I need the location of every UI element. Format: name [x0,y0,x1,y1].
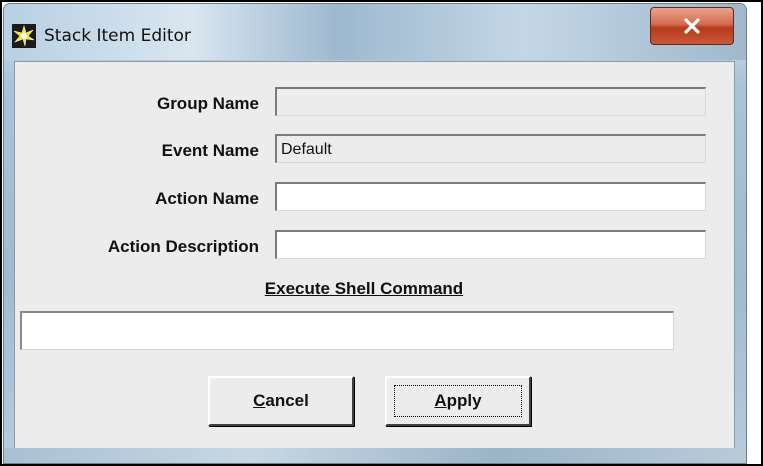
apply-button[interactable]: Apply [385,376,531,426]
close-icon [684,18,700,34]
action-name-field[interactable] [275,182,706,211]
event-name-label: Event Name [161,141,259,160]
cancel-label: ancel [265,391,309,410]
apply-label: pply [446,391,482,410]
window-title: Stack Item Editor [44,26,191,46]
title-bar[interactable]: Stack Item Editor [4,4,746,60]
cancel-mnemonic: C [253,391,266,410]
cancel-button[interactable]: Cancel [208,376,354,426]
shell-command-field[interactable] [20,311,674,350]
starburst-icon [12,24,36,48]
action-description-field[interactable] [275,230,706,259]
group-name-field[interactable] [275,87,706,116]
window-bottom-border [4,448,746,463]
group-name-label: Group Name [156,94,259,113]
dialog-client-area: Group Name Event Name Default Action Nam… [14,61,735,449]
shell-command-heading: Execute Shell Command [264,279,464,298]
dialog-window: Stack Item Editor Group Name Event Name … [3,3,747,464]
close-button[interactable] [650,7,734,45]
apply-mnemonic: A [434,391,447,410]
action-name-label: Action Name [155,189,259,208]
event-name-field[interactable]: Default [275,134,706,163]
action-description-label: Action Description [107,237,259,256]
